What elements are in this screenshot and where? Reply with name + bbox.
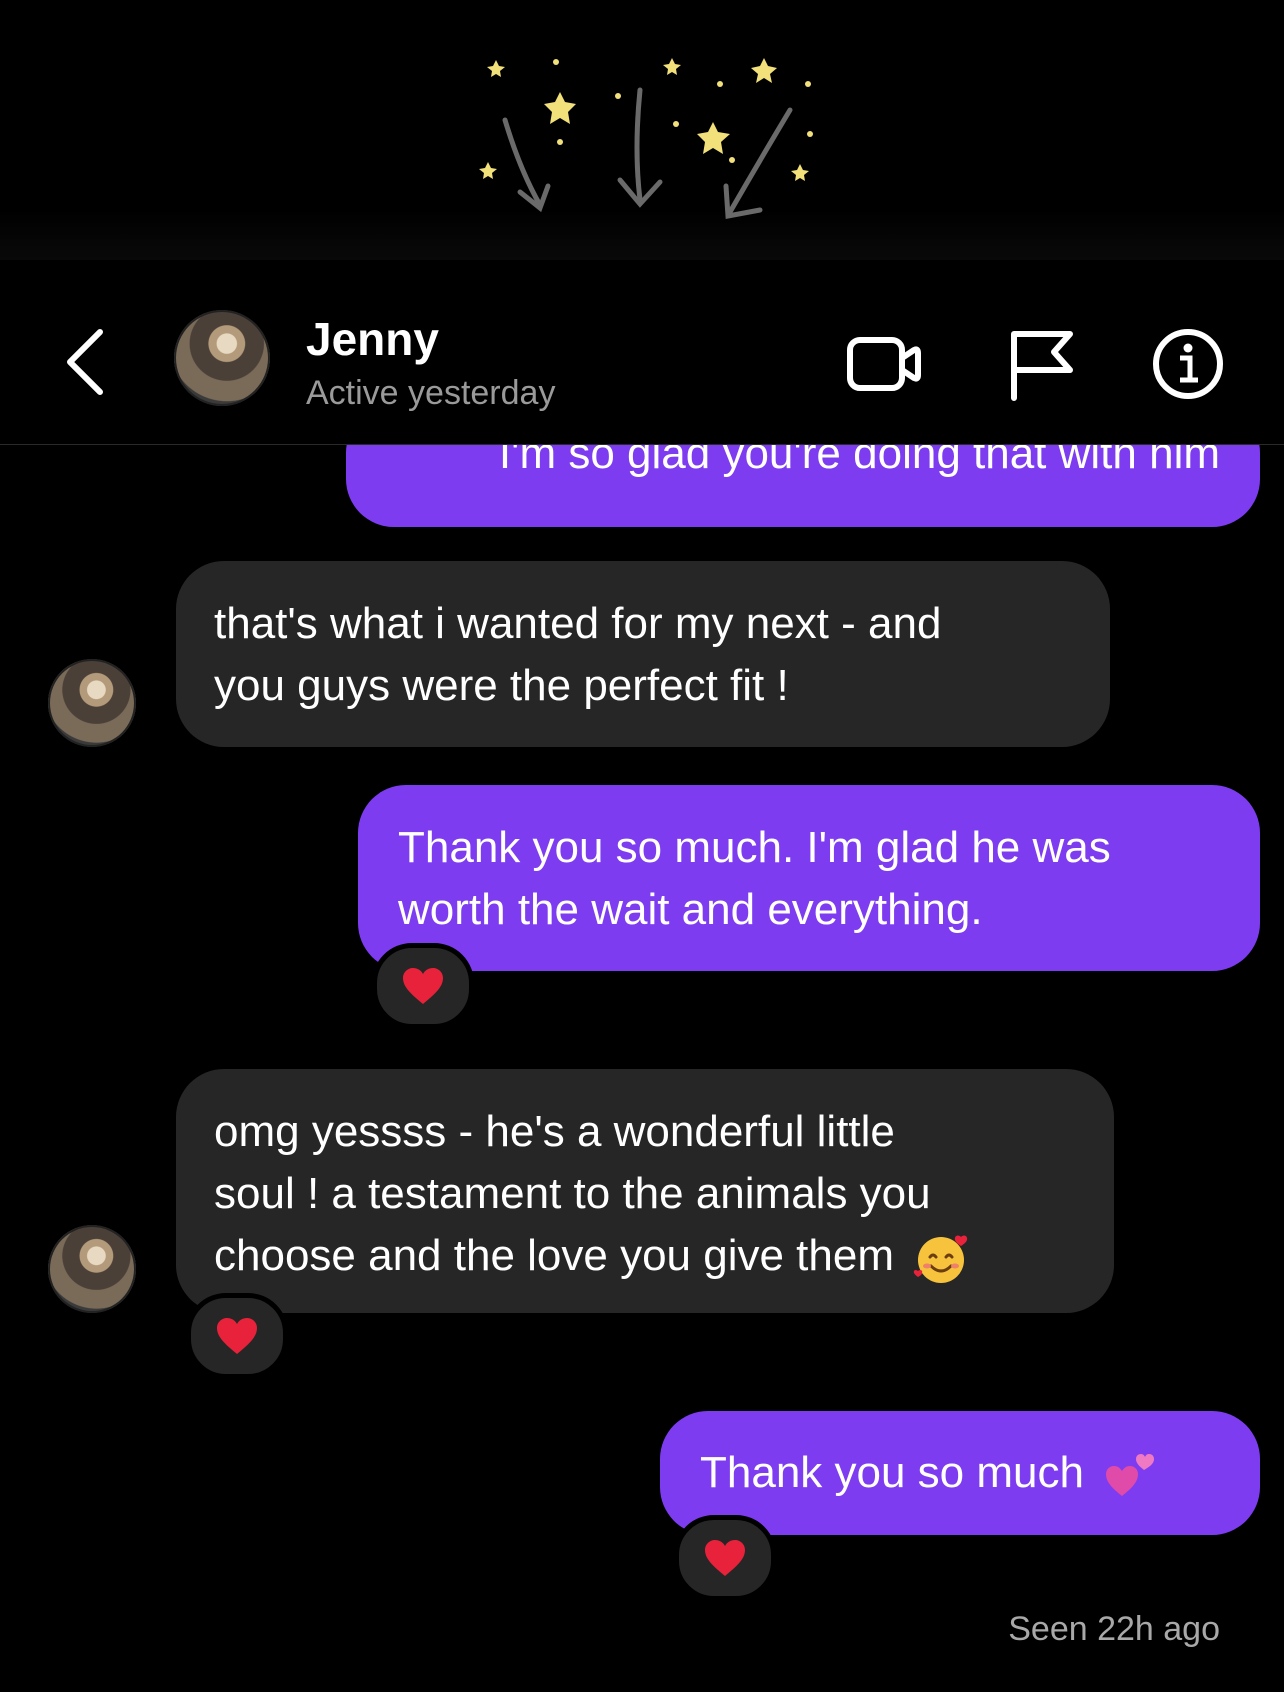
message-line: you guys were the perfect fit ! (214, 661, 789, 710)
smiling-face-with-hearts-icon (914, 1235, 968, 1284)
contact-avatar[interactable] (174, 310, 270, 406)
incoming-message[interactable]: that's what i wanted for my next - and y… (176, 561, 1110, 747)
message-text: Thank you so much (700, 1448, 1084, 1497)
message-line: soul ! a testament to the animals you (214, 1169, 931, 1218)
chevron-left-icon (67, 329, 103, 395)
sender-avatar[interactable] (48, 659, 136, 747)
heart-reaction[interactable] (186, 1293, 288, 1379)
report-button[interactable] (1004, 326, 1080, 402)
outgoing-message[interactable]: Thank you so much (660, 1411, 1260, 1535)
outgoing-message[interactable]: I'm so glad you're doing that with him (346, 445, 1260, 527)
arrows-stars-sticker (479, 58, 813, 219)
sender-avatar[interactable] (48, 1225, 136, 1313)
red-heart-icon (705, 1540, 745, 1576)
heart-reaction[interactable] (372, 943, 474, 1029)
contact-name[interactable]: Jenny (306, 312, 439, 366)
info-icon (1153, 329, 1223, 399)
message-thread[interactable]: I'm so glad you're doing that with him t… (0, 445, 1284, 1692)
red-heart-icon (217, 1318, 257, 1354)
message-line: omg yessss - he's a wonderful little (214, 1107, 895, 1156)
video-camera-icon (847, 337, 921, 391)
story-sticker-area (0, 0, 1284, 260)
back-button[interactable] (58, 322, 114, 402)
video-call-button[interactable] (846, 326, 922, 402)
message-line: that's what i wanted for my next - and (214, 599, 942, 648)
info-button[interactable] (1150, 326, 1226, 402)
incoming-message[interactable]: omg yessss - he's a wonderful little sou… (176, 1069, 1114, 1313)
conversation-header: Jenny Active yesterday (0, 260, 1284, 445)
contact-status: Active yesterday (306, 374, 556, 412)
two-hearts-icon (1106, 1454, 1155, 1497)
message-line: Thank you so much. I'm glad he was (398, 823, 1111, 872)
red-heart-icon (403, 968, 443, 1004)
message-line: choose and the love you give them (214, 1231, 895, 1280)
outgoing-message[interactable]: Thank you so much. I'm glad he was worth… (358, 785, 1260, 971)
heart-reaction[interactable] (674, 1515, 776, 1601)
seen-status: Seen 22h ago (1008, 1610, 1220, 1648)
message-text: I'm so glad you're doing that with him (498, 445, 1220, 478)
message-line: worth the wait and everything. (398, 885, 983, 934)
flag-icon (1011, 331, 1073, 401)
star-icons (479, 58, 813, 181)
